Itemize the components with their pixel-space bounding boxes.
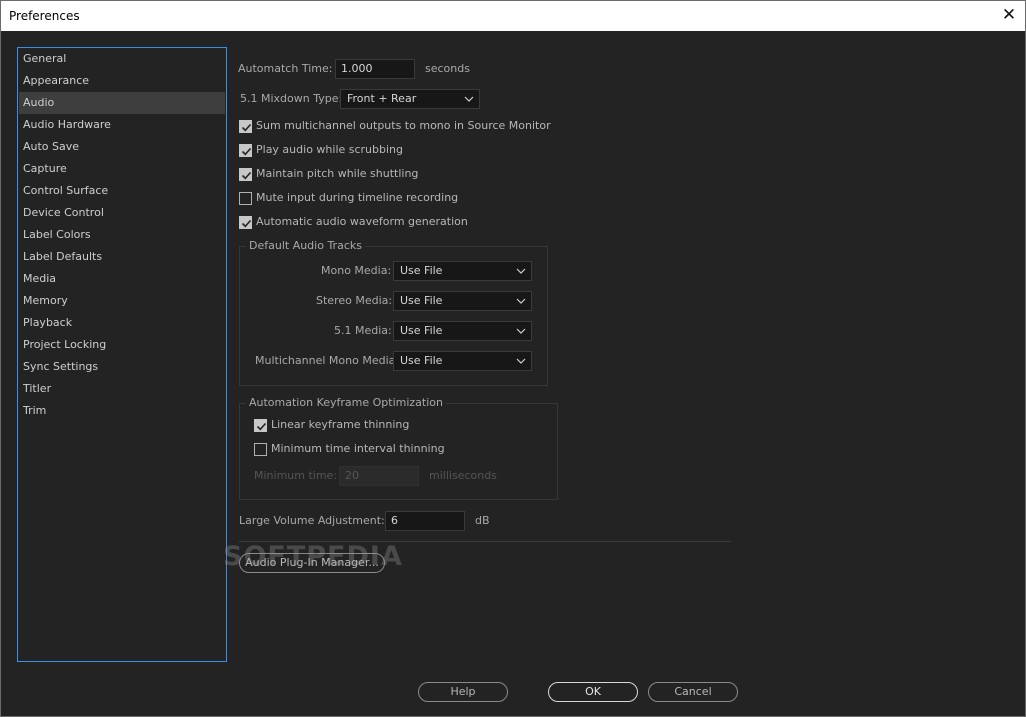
- sidebar-item-titler[interactable]: Titler: [19, 378, 225, 400]
- sidebar-item-audio-hardware[interactable]: Audio Hardware: [19, 114, 225, 136]
- automatch-time-unit: seconds: [425, 62, 470, 75]
- multichannel-mono-media-value: Use File: [400, 354, 443, 367]
- chevron-down-icon: [516, 268, 526, 274]
- sidebar-item-memory[interactable]: Memory: [19, 290, 225, 312]
- stereo-media-label: Stereo Media:: [316, 294, 393, 307]
- maintain-pitch-label: Maintain pitch while shuttling: [256, 167, 419, 180]
- minimum-interval-thinning-checkbox[interactable]: [254, 443, 267, 456]
- waveform-generation-label: Automatic audio waveform generation: [256, 215, 468, 228]
- maintain-pitch-checkbox[interactable]: [239, 168, 252, 181]
- chevron-down-icon: [464, 96, 474, 102]
- sum-multichannel-label: Sum multichannel outputs to mono in Sour…: [256, 119, 551, 132]
- chevron-down-icon: [516, 358, 526, 364]
- default-audio-tracks-title: Default Audio Tracks: [246, 239, 365, 252]
- five-one-media-label: 5.1 Media:: [334, 324, 392, 337]
- watermark: SOFTPEDIA: [223, 541, 403, 572]
- linear-keyframe-thinning-label: Linear keyframe thinning: [271, 418, 410, 431]
- chevron-down-icon: [516, 328, 526, 334]
- title-bar: Preferences ✕: [1, 1, 1025, 31]
- minimum-time-label: Minimum time:: [254, 469, 338, 482]
- five-one-media-dropdown[interactable]: Use File: [393, 321, 532, 341]
- mono-media-label: Mono Media:: [321, 264, 392, 277]
- sidebar-item-appearance[interactable]: Appearance: [19, 70, 225, 92]
- minimum-interval-thinning-label: Minimum time interval thinning: [271, 442, 445, 455]
- sidebar-item-control-surface[interactable]: Control Surface: [19, 180, 225, 202]
- five-one-media-value: Use File: [400, 324, 443, 337]
- play-audio-scrubbing-label: Play audio while scrubbing: [256, 143, 404, 156]
- mono-media-dropdown[interactable]: Use File: [393, 261, 532, 281]
- sidebar-item-device-control[interactable]: Device Control: [19, 202, 225, 224]
- help-button[interactable]: Help: [418, 682, 508, 702]
- check-icon: [241, 171, 252, 180]
- sidebar-item-audio[interactable]: Audio: [19, 92, 225, 114]
- mute-input-checkbox[interactable]: [239, 192, 252, 205]
- preferences-window: Preferences ✕ General Appearance Audio A…: [0, 0, 1026, 717]
- check-icon: [256, 422, 267, 431]
- linear-keyframe-thinning-checkbox[interactable]: [254, 419, 267, 432]
- large-volume-input[interactable]: 6: [385, 511, 465, 531]
- mono-media-value: Use File: [400, 264, 443, 277]
- waveform-generation-checkbox[interactable]: [239, 216, 252, 229]
- sidebar-item-label-defaults[interactable]: Label Defaults: [19, 246, 225, 268]
- minimum-time-input[interactable]: 20: [339, 466, 419, 486]
- automatch-time-input[interactable]: 1.000: [335, 59, 415, 79]
- sidebar-item-media[interactable]: Media: [19, 268, 225, 290]
- check-icon: [241, 147, 252, 156]
- close-icon[interactable]: ✕: [999, 5, 1019, 25]
- multichannel-mono-media-dropdown[interactable]: Use File: [393, 351, 532, 371]
- sidebar-item-general[interactable]: General: [19, 48, 225, 70]
- cancel-button[interactable]: Cancel: [648, 682, 738, 702]
- play-audio-scrubbing-checkbox[interactable]: [239, 144, 252, 157]
- sidebar-item-trim[interactable]: Trim: [19, 400, 225, 422]
- sidebar-item-auto-save[interactable]: Auto Save: [19, 136, 225, 158]
- large-volume-unit: dB: [475, 514, 490, 527]
- mixdown-type-label: 5.1 Mixdown Type:: [240, 92, 343, 105]
- window-title: Preferences: [9, 9, 80, 23]
- sidebar-item-sync-settings[interactable]: Sync Settings: [19, 356, 225, 378]
- multichannel-mono-media-label: Multichannel Mono Media:: [255, 354, 400, 367]
- check-icon: [241, 219, 252, 228]
- mute-input-label: Mute input during timeline recording: [256, 191, 459, 204]
- minimum-time-unit: milliseconds: [429, 469, 497, 482]
- preferences-category-list: General Appearance Audio Audio Hardware …: [17, 47, 227, 662]
- automatch-time-label: Automatch Time:: [238, 62, 333, 75]
- sum-multichannel-checkbox[interactable]: [239, 120, 252, 133]
- stereo-media-value: Use File: [400, 294, 443, 307]
- sidebar-item-capture[interactable]: Capture: [19, 158, 225, 180]
- stereo-media-dropdown[interactable]: Use File: [393, 291, 532, 311]
- keyframe-optimization-title: Automation Keyframe Optimization: [246, 396, 446, 409]
- check-icon: [241, 123, 252, 132]
- ok-button[interactable]: OK: [548, 682, 638, 702]
- sidebar-item-playback[interactable]: Playback: [19, 312, 225, 334]
- chevron-down-icon: [516, 298, 526, 304]
- sidebar-item-project-locking[interactable]: Project Locking: [19, 334, 225, 356]
- mixdown-type-value: Front + Rear: [347, 92, 417, 105]
- mixdown-type-dropdown[interactable]: Front + Rear: [340, 89, 480, 109]
- large-volume-label: Large Volume Adjustment:: [239, 514, 385, 527]
- sidebar-item-label-colors[interactable]: Label Colors: [19, 224, 225, 246]
